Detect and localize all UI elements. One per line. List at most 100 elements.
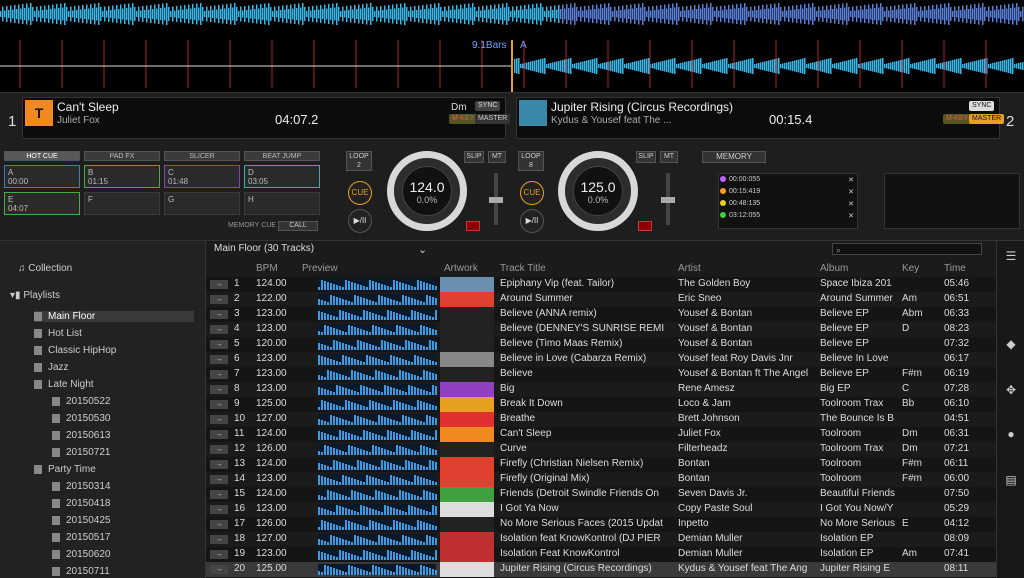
tree-playlists[interactable]: ▾▮ Playlists [10,290,60,301]
slip-button[interactable]: SLIP [636,151,656,163]
preview-waveform[interactable] [318,534,437,545]
tree-item[interactable]: Late Night [34,379,194,390]
tree-item[interactable]: 20150620 [52,549,202,560]
sync-button[interactable]: SYNC [475,101,501,111]
table-row[interactable]: → 8 123.00 Big Rene Amesz Big EP C 07:28 [206,382,996,397]
table-row[interactable]: → 20 125.00 Jupiter Rising (Circus Recordin… [206,562,996,577]
table-row[interactable]: → 12 126.00 Curve Filterheadz Toolroom Trax Dm… [206,442,996,457]
mini-waveform[interactable] [519,128,997,138]
table-row[interactable]: → 4 123.00 Believe (DENNEY'S SUNRISE REMI Yo… [206,322,996,337]
table-row[interactable]: → 19 123.00 Isolation Feat KnowKontrol Demia… [206,547,996,562]
tab-slicer[interactable]: SLICER [164,151,240,161]
table-row[interactable]: → 15 124.00 Friends (Detroit Swindle Friend… [206,487,996,502]
table-row[interactable]: → 10 127.00 Breathe Brett Johnson The Bounce … [206,412,996,427]
call-button[interactable]: CALL [278,221,318,231]
hot-cue-pad-b[interactable]: B 01:15 [84,165,160,188]
tree-item[interactable]: 20150721 [52,447,202,458]
tab-hot-cue[interactable]: HOT CUE [4,151,80,161]
col-artwork[interactable]: Artwork [444,263,478,274]
load-icon[interactable]: → [210,310,228,319]
table-row[interactable]: → 7 123.00 Believe Yousef & Bontan ft The An… [206,367,996,382]
master-button[interactable]: MASTER [475,114,511,124]
tree-item[interactable]: Party Time [34,464,194,475]
preview-waveform[interactable] [318,474,437,485]
tree-item[interactable]: 20150613 [52,430,202,441]
chevron-down-icon[interactable]: ⌄ [418,243,427,256]
load-icon[interactable]: → [210,280,228,289]
waveform-overview[interactable]: 9.1Bars A [0,0,1024,92]
jog-wheel[interactable]: 125.0 0.0% [558,151,638,231]
list-view-icon[interactable]: ☰ [1003,249,1019,265]
table-row[interactable]: → 6 123.00 Believe in Love (Cabarza Remix) Y… [206,352,996,367]
preview-waveform[interactable] [318,504,437,515]
cue-button[interactable]: CUE [348,181,372,205]
close-icon[interactable]: ✕ [848,188,854,196]
tree-item[interactable]: 20150517 [52,532,202,543]
hot-cue-pad-d[interactable]: D 03:05 [244,165,320,188]
load-icon[interactable]: → [210,550,228,559]
preview-waveform[interactable] [318,384,437,395]
col-track-title[interactable]: Track Title [500,263,546,274]
tag-icon[interactable]: ◆ [1003,337,1019,353]
preview-waveform[interactable] [318,399,437,410]
tree-item[interactable]: 20150418 [52,498,202,509]
preview-waveform[interactable] [318,294,437,305]
move-icon[interactable]: ✥ [1003,383,1019,399]
load-icon[interactable]: → [210,520,228,529]
hot-cue-pad-g[interactable]: G [164,192,240,215]
load-icon[interactable]: → [210,295,228,304]
hot-cue-pad-f[interactable]: F [84,192,160,215]
tree-item[interactable]: 20150425 [52,515,202,526]
slip-button[interactable]: SLIP [464,151,484,163]
table-row[interactable]: → 11 124.00 Can't Sleep Juliet Fox Toolroom Dm… [206,427,996,442]
table-row[interactable]: → 14 123.00 Firefly (Original Mix) Bontan Too… [206,472,996,487]
load-icon[interactable]: → [210,475,228,484]
tree-item[interactable]: 20150530 [52,413,202,424]
mkey-badge[interactable]: M-KEY [943,114,972,124]
table-row[interactable]: → 13 124.00 Firefly (Christian Nielsen Remi… [206,457,996,472]
load-icon[interactable]: → [210,430,228,439]
load-icon[interactable]: → [210,445,228,454]
tree-item[interactable]: 20150522 [52,396,202,407]
tree-item[interactable]: 20150711 [52,566,202,577]
preview-waveform[interactable] [318,309,437,320]
close-icon[interactable]: ✕ [848,200,854,208]
col-bpm[interactable]: BPM [256,263,278,274]
close-icon[interactable]: ✕ [848,176,854,184]
tree-item[interactable]: 20150314 [52,481,202,492]
hot-cue-pad-e[interactable]: E 04:07 [4,192,80,215]
load-icon[interactable]: → [210,370,228,379]
preview-waveform[interactable] [318,549,437,560]
preview-waveform[interactable] [318,429,437,440]
table-row[interactable]: → 3 123.00 Believe (ANNA remix) Yousef & Bon… [206,307,996,322]
col-key[interactable]: Key [902,263,919,274]
load-icon[interactable]: → [210,355,228,364]
preview-waveform[interactable] [318,444,437,455]
load-icon[interactable]: → [210,400,228,409]
load-icon[interactable]: → [210,505,228,514]
record-icon[interactable] [466,221,480,231]
search-input[interactable]: ⌕ [832,243,982,255]
hot-cue-pad-a[interactable]: A 00:00 [4,165,80,188]
tab-pad-fx[interactable]: PAD FX [84,151,160,161]
hot-cue-pad-h[interactable]: H [244,192,320,215]
memory-button[interactable]: MEMORY [702,151,766,163]
memory-cue-item[interactable]: 03:12:055 ✕ [720,212,858,222]
load-icon[interactable]: → [210,340,228,349]
tree-item[interactable]: Hot List [34,328,194,339]
preview-waveform[interactable] [318,414,437,425]
book-icon[interactable]: ▤ [1003,473,1019,489]
table-row[interactable]: → 5 120.00 Believe (Timo Maas Remix) Yousef … [206,337,996,352]
master-button[interactable]: MASTER [969,114,1005,124]
tree-item[interactable]: Main Floor [34,311,194,322]
memory-cue-item[interactable]: 00:48:135 ✕ [720,200,858,210]
preview-waveform[interactable] [318,279,437,290]
tempo-fader-knob[interactable] [661,197,675,203]
table-row[interactable]: → 18 127.00 Isolation feat KnowKontrol (DJ … [206,532,996,547]
play-pause-button[interactable]: ▶/II [348,209,372,233]
load-icon[interactable]: → [210,415,228,424]
table-row[interactable]: → 16 123.00 I Got Ya Now Copy Paste Soul I Go… [206,502,996,517]
info-icon[interactable]: ● [1003,427,1019,443]
tree-collection[interactable]: ♫ Collection [18,263,72,274]
load-icon[interactable]: → [210,490,228,499]
